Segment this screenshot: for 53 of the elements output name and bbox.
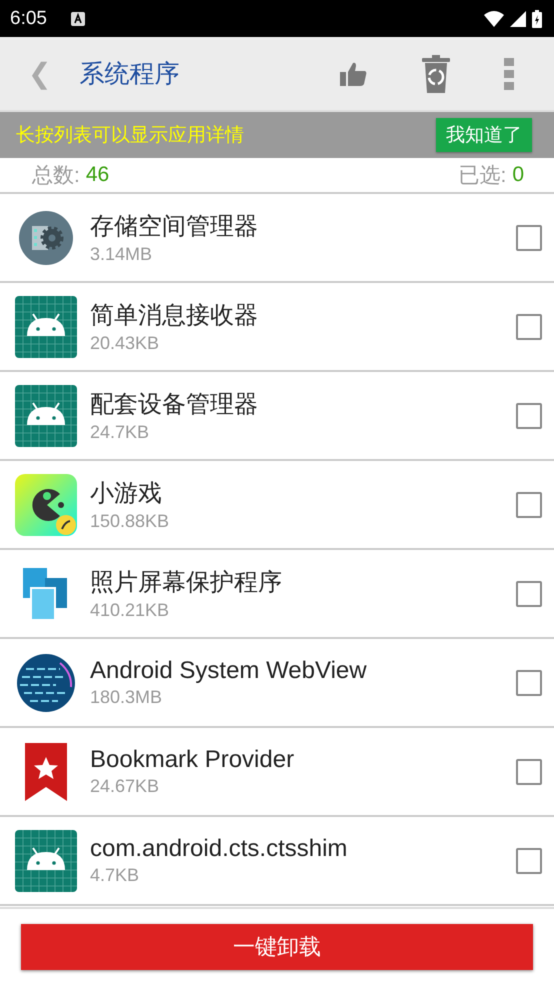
total-label: 总数: xyxy=(32,163,80,189)
select-checkbox[interactable] xyxy=(516,580,542,606)
app-list-item[interactable]: 照片屏幕保护程序 410.21KB xyxy=(0,550,554,639)
app-list-item[interactable]: 简单消息接收器 20.43KB xyxy=(0,283,554,372)
selected-count: 0 xyxy=(512,163,524,187)
app-list-item[interactable]: Bookmark Provider 24.67KB xyxy=(0,728,554,817)
app-size: 24.7KB xyxy=(90,422,150,443)
app-list-item[interactable]: Android System WebView 180.3MB xyxy=(0,639,554,728)
select-checkbox[interactable] xyxy=(516,402,542,428)
app-list-item[interactable]: 小游戏 150.88KB xyxy=(0,461,554,550)
page-title: 系统程序 xyxy=(79,58,180,90)
select-checkbox[interactable] xyxy=(516,224,542,250)
app-name: 配套设备管理器 xyxy=(90,390,259,420)
battery-icon xyxy=(532,10,542,28)
app-size: 3.14MB xyxy=(90,244,154,265)
app-size: 4.7KB xyxy=(90,865,140,886)
app-list-item[interactable]: 存储空间管理器 3.14MB xyxy=(0,194,554,283)
uninstall-all-button[interactable]: 一键卸载 xyxy=(21,924,533,970)
star-bookmark-icon xyxy=(25,742,67,800)
globe-icon xyxy=(16,652,76,712)
wifi-icon xyxy=(484,10,504,26)
app-size: 20.43KB xyxy=(90,333,160,354)
android-robot-icon xyxy=(15,830,77,892)
android-robot-icon xyxy=(15,296,77,358)
hint-text: 长按列表可以显示应用详情 xyxy=(16,123,244,148)
app-size: 180.3MB xyxy=(90,687,164,708)
app-name: Android System WebView xyxy=(90,657,368,685)
select-checkbox[interactable] xyxy=(516,848,542,874)
app-list-item[interactable]: 配套设备管理器 24.7KB xyxy=(0,372,554,461)
app-size: 24.67KB xyxy=(90,776,160,797)
gear-storage-icon xyxy=(18,210,74,266)
status-time: 6:05 xyxy=(10,8,47,30)
signal-icon xyxy=(510,10,526,26)
select-checkbox[interactable] xyxy=(516,314,542,340)
app-name: 存储空间管理器 xyxy=(90,212,259,242)
app-size: 150.88KB xyxy=(90,511,170,532)
app-name: 照片屏幕保护程序 xyxy=(90,568,283,598)
select-checkbox[interactable] xyxy=(516,758,542,784)
more-menu-icon[interactable] xyxy=(504,58,514,90)
recycle-bin-icon[interactable] xyxy=(422,54,450,92)
app-name: 小游戏 xyxy=(90,479,163,509)
game-pacman-icon xyxy=(15,474,77,536)
android-robot-icon xyxy=(15,384,77,446)
app-name: com.android.cts.ctsshim xyxy=(90,835,348,863)
select-checkbox[interactable] xyxy=(516,670,542,696)
keyboard-icon xyxy=(70,12,85,26)
app-size: 410.21KB xyxy=(90,600,170,621)
total-count: 46 xyxy=(86,163,110,187)
app-list-item[interactable]: com.android.cts.ctsshim 4.7KB xyxy=(0,817,554,906)
app-name: Bookmark Provider xyxy=(90,746,296,774)
select-checkbox[interactable] xyxy=(516,492,542,518)
app-name: 简单消息接收器 xyxy=(90,301,259,331)
selected-label: 已选: xyxy=(458,163,506,189)
